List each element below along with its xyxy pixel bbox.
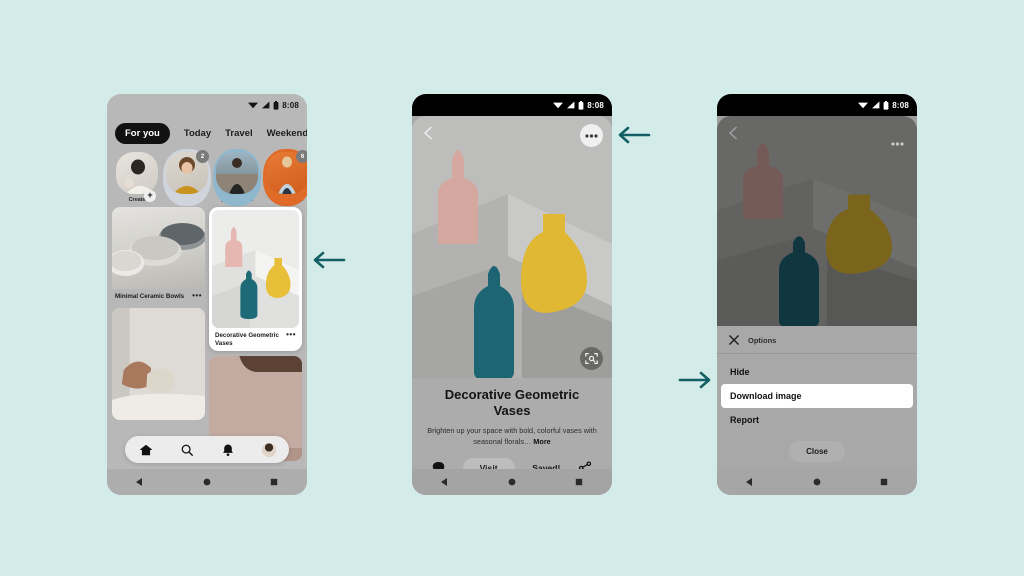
- story-row[interactable]: + Create 2 kenta_iman yeahjust: [107, 148, 307, 206]
- feed-tab-bar[interactable]: For you Today Travel Weekend trip: [107, 116, 307, 148]
- bedroom-pillows-image[interactable]: [112, 308, 205, 421]
- pin-description: Brighten up your space with bold, colorf…: [427, 425, 597, 446]
- overflow-menu-icon[interactable]: [580, 124, 603, 147]
- tab-weekend-trip[interactable]: Weekend trip: [267, 128, 307, 139]
- phone3-content: Options Hide Download image Report Close: [717, 116, 917, 495]
- pin-footer: Decorative Geometric Vases •••: [212, 328, 299, 351]
- pin-hero-image[interactable]: [412, 116, 612, 378]
- phone2-content: Decorative Geometric Vases Brighten up y…: [412, 116, 612, 495]
- status-time: 8:08: [587, 100, 604, 110]
- overflow-menu-icon[interactable]: [891, 133, 904, 151]
- tab-travel[interactable]: Travel: [225, 128, 252, 139]
- profile-avatar-icon[interactable]: [261, 442, 276, 457]
- bottom-nav-bar[interactable]: [125, 436, 289, 463]
- home-circle-icon[interactable]: [812, 477, 822, 487]
- story-create[interactable]: + Create: [116, 152, 158, 203]
- pin-overflow-icon[interactable]: •••: [192, 292, 202, 299]
- sheet-title: Options: [748, 335, 777, 345]
- pin-hero-image-dimmed: [717, 116, 917, 326]
- pin-column-right: Decorative Geometric Vases •••: [209, 207, 302, 461]
- chevron-left-icon[interactable]: [727, 126, 739, 140]
- arrow-to-more-button: [618, 126, 651, 144]
- signal-icon: [262, 101, 270, 109]
- home-circle-icon[interactable]: [507, 477, 517, 487]
- status-bar: 8:08: [412, 94, 612, 116]
- story-satomadoka[interactable]: 6 satomadoka: [263, 149, 307, 206]
- back-triangle-icon[interactable]: [440, 477, 450, 487]
- story-yeahjustrafa[interactable]: yeahjustrafa: [213, 149, 261, 206]
- wifi-icon: [248, 102, 259, 109]
- status-time: 8:08: [282, 100, 299, 110]
- close-x-icon[interactable]: [729, 335, 739, 345]
- dim-overlay: [717, 116, 917, 326]
- recents-square-icon[interactable]: [269, 477, 279, 487]
- battery-icon: [883, 100, 889, 110]
- story-count-badge: 6: [296, 150, 307, 163]
- option-hide[interactable]: Hide: [717, 360, 917, 384]
- home-circle-icon[interactable]: [202, 477, 212, 487]
- tab-today[interactable]: Today: [184, 128, 211, 139]
- phone-2-pin-detail: 8:08 Decorative Geometric Vases Brighten…: [412, 94, 612, 495]
- recents-square-icon[interactable]: [879, 477, 889, 487]
- geometric-vases-image[interactable]: [212, 210, 299, 328]
- search-icon[interactable]: [180, 443, 194, 457]
- home-icon[interactable]: [139, 443, 153, 457]
- phone-3-options-sheet: 8:08 Options Hide Download image Report …: [717, 94, 917, 495]
- option-report[interactable]: Report: [717, 408, 917, 432]
- android-nav-bar[interactable]: [412, 469, 612, 495]
- signal-icon: [872, 101, 880, 109]
- pin-card-geometric-vases[interactable]: Decorative Geometric Vases •••: [209, 207, 302, 351]
- bell-icon[interactable]: [221, 443, 235, 457]
- arrow-to-pin-card: [313, 251, 346, 269]
- pin-column-left: Minimal Ceramic Bowls •••: [112, 207, 205, 461]
- ceramic-bowls-image[interactable]: [112, 207, 205, 289]
- pin-card-ceramic-bowls[interactable]: Minimal Ceramic Bowls •••: [112, 207, 205, 303]
- pin-description-wrap: Brighten up your space with bold, colorf…: [426, 426, 598, 448]
- sheet-header: Options: [717, 326, 917, 354]
- close-button[interactable]: Close: [789, 441, 845, 462]
- status-bar: 8:08: [717, 94, 917, 116]
- phone3-screen: 8:08 Options Hide Download image Report …: [717, 94, 917, 495]
- pin-grid: Minimal Ceramic Bowls ••• Decorative Geo…: [107, 205, 307, 461]
- vases-scene-image: [412, 116, 612, 378]
- phone2-screen: 8:08 Decorative Geometric Vases Brighten…: [412, 94, 612, 495]
- tab-for-you[interactable]: For you: [115, 123, 170, 144]
- phone-1-home-feed: 8:08 For you Today Travel Weekend trip +…: [107, 94, 307, 495]
- story-avatar[interactable]: [116, 152, 158, 194]
- pin-title: Decorative Geometric Vases: [215, 332, 279, 348]
- create-plus-badge[interactable]: +: [144, 190, 156, 202]
- pin-card-bedroom[interactable]: [112, 308, 205, 421]
- story-count-badge: 2: [196, 150, 209, 163]
- status-bar: 8:08: [107, 94, 307, 116]
- options-list[interactable]: Hide Download image Report: [717, 354, 917, 432]
- chevron-left-icon[interactable]: [422, 126, 434, 140]
- pin-title: Decorative Geometric Vases: [444, 387, 580, 418]
- signal-icon: [567, 101, 575, 109]
- arrow-to-download-image: [678, 371, 711, 389]
- visual-search-icon[interactable]: [580, 347, 603, 370]
- status-time: 8:08: [892, 100, 909, 110]
- wifi-icon: [553, 102, 564, 109]
- story-avatar[interactable]: [216, 152, 258, 194]
- option-download-image[interactable]: Download image: [721, 384, 913, 408]
- pin-title: Minimal Ceramic Bowls: [115, 293, 185, 300]
- pin-footer: Minimal Ceramic Bowls •••: [112, 289, 205, 303]
- wifi-icon: [858, 102, 869, 109]
- android-nav-bar[interactable]: [717, 469, 917, 495]
- pin-overflow-icon[interactable]: •••: [286, 331, 296, 338]
- battery-icon: [273, 100, 279, 110]
- back-triangle-icon[interactable]: [745, 477, 755, 487]
- story-kenta-iman[interactable]: 2 kenta_iman: [163, 149, 211, 206]
- phone1-screen: 8:08 For you Today Travel Weekend trip +…: [107, 94, 307, 495]
- recents-square-icon[interactable]: [574, 477, 584, 487]
- more-link[interactable]: More: [533, 437, 550, 446]
- back-triangle-icon[interactable]: [135, 477, 145, 487]
- phone1-content: For you Today Travel Weekend trip + Crea…: [107, 116, 307, 495]
- pin-info-panel: Decorative Geometric Vases Brighten up y…: [412, 378, 612, 478]
- battery-icon: [578, 100, 584, 110]
- android-nav-bar[interactable]: [107, 469, 307, 495]
- options-bottom-sheet: Options Hide Download image Report Close: [717, 326, 917, 469]
